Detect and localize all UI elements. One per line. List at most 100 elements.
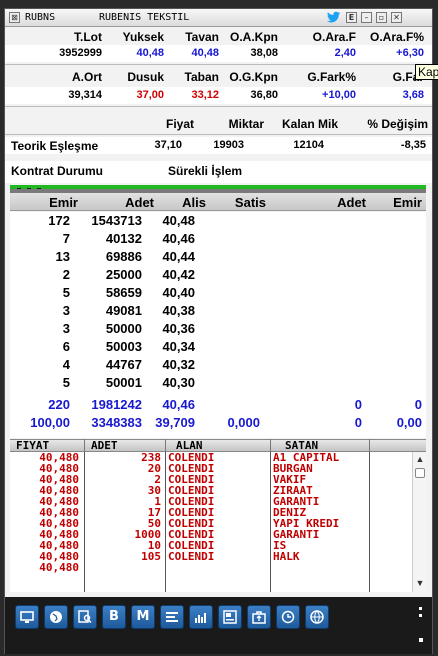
header-oaraf: O.Ara.F (312, 30, 356, 44)
teorik-kalan: 12104 (293, 139, 324, 151)
orderbook-body: 172 1543713 40,48 7 40132 40,46 13 69886 40,44… (10, 212, 426, 438)
ob-pct-adet: 3348383 (91, 415, 142, 430)
chart-search-icon[interactable] (73, 605, 97, 629)
ob-header-alis: Alis (182, 195, 206, 210)
ob-total-adet: 1981242 (91, 397, 142, 412)
header-miktar: Miktar (228, 117, 264, 131)
ob-total-emir-ask: 0 (414, 397, 422, 412)
ob-emir: 3 (62, 321, 70, 336)
window-menu-icon[interactable]: ⊠ (9, 12, 20, 23)
list-icon[interactable] (160, 605, 184, 629)
symbol-label: RUBNS (25, 12, 56, 23)
scroll-thumb[interactable] (415, 468, 425, 478)
news-icon[interactable] (218, 605, 242, 629)
browser-icon[interactable] (305, 605, 329, 629)
scroll-down-icon[interactable]: ▼ (415, 578, 425, 588)
orderbook-row[interactable]: 172 1543713 40,48 (10, 212, 426, 230)
restore-icon[interactable]: ▫ (376, 12, 387, 23)
ob-alis: 40,42 (162, 267, 195, 282)
ob-pct-emir: 100,00 (30, 415, 70, 430)
value-tlot: 3952999 (59, 47, 102, 59)
portfolio-icon[interactable] (247, 605, 271, 629)
ob-adet: 40132 (105, 231, 142, 246)
ob-emir: 5 (62, 375, 70, 390)
trade-row[interactable]: 40,480 (10, 562, 412, 573)
teorik-degisim: -8,35 (400, 139, 426, 151)
summary-header-row-1: T.Lot Yuksek Tavan O.A.Kpn O.Ara.F O.Ara… (5, 28, 432, 45)
ob-pct-satis: 0,000 (227, 415, 260, 430)
minimize-icon[interactable]: – (361, 12, 372, 23)
trades-body[interactable]: 40,480 238 COLENDI A1 CAPITAL 40,480 20 COLEN… (10, 452, 426, 592)
bar-chart-icon[interactable] (189, 605, 213, 629)
header-fiyat: Fiyat (165, 117, 194, 131)
ob-header-adet-bid: Adet (125, 195, 154, 210)
orderbook-header: Emir Adet Alis Satis Adet Emir (10, 193, 426, 211)
ob-pct-adet-ask: 0 (354, 415, 362, 430)
monitor-icon[interactable] (15, 605, 39, 629)
ob-adet: 50000 (105, 321, 142, 336)
ob-alis: 40,44 (162, 249, 195, 264)
ob-alis: 40,38 (162, 303, 195, 318)
ob-alis: 40,32 (162, 357, 195, 372)
value-yuksek: 40,48 (136, 47, 164, 59)
orderbook-row[interactable]: 7 40132 40,46 (10, 230, 426, 248)
ob-alis: 40,30 (162, 375, 195, 390)
teorik-row: Teorik Eşleşme 37,10 19903 12104 -8,35 (5, 137, 432, 154)
value-ogkpn: 36,80 (250, 89, 278, 101)
orderbook-row[interactable]: 5 58659 40,40 (10, 284, 426, 302)
orderbook-pct-row: 100,00 3348383 39,709 0,000 0 0,00 (10, 414, 426, 432)
ob-pct-emir-ask: 0,00 (396, 415, 422, 430)
ob-emir: 7 (62, 231, 70, 246)
value-gfark: 3,68 (402, 89, 424, 101)
title-bar[interactable]: ⊠ RUBNS RUBENIS TEKSTIL E – ▫ ✕ (5, 9, 432, 27)
orderbook-row[interactable]: 3 50000 40,36 (10, 320, 426, 338)
orderbook-row[interactable]: 3 49081 40,38 (10, 302, 426, 320)
teorik-fiyat: 37,10 (154, 139, 182, 151)
scroll-up-icon[interactable]: ▲ (415, 454, 425, 464)
e-icon[interactable]: E (346, 12, 357, 23)
header-gfark-pct: G.Fark% (307, 70, 356, 84)
teorik-label: Teorik Eşleşme (11, 139, 99, 153)
summary-header-row-2: A.Ort Dusuk Taban O.G.Kpn G.Fark% G.Far (5, 68, 432, 85)
trades-scrollbar[interactable]: ▲ ▼ (412, 452, 426, 592)
tr-header-fiyat: FIYAT (16, 439, 50, 452)
orderbook-row[interactable]: 4 44767 40,32 (10, 356, 426, 374)
summary-value-row-2: 39,314 37,00 33,12 36,80 +10,00 3,68 (5, 87, 432, 104)
ob-alis: 40,48 (162, 213, 195, 228)
b-button[interactable]: B (102, 605, 126, 629)
orderbook-row[interactable]: 13 69886 40,44 (10, 248, 426, 266)
ob-header-emir-ask: Emir (393, 195, 422, 210)
orderbook-row[interactable]: 6 50003 40,34 (10, 338, 426, 356)
value-dusuk: 37,00 (136, 89, 164, 101)
divider (5, 134, 432, 135)
tr-header-satan: SATAN (285, 439, 319, 452)
ob-emir: 13 (55, 249, 70, 264)
kontrat-value: Sürekli İşlem (168, 164, 243, 178)
tr-alan: COLENDI (168, 550, 215, 563)
ob-emir: 172 (48, 213, 70, 228)
twitter-icon[interactable] (327, 11, 341, 23)
value-aort: 39,314 (68, 89, 102, 101)
orderbook-total-row: 220 1981242 40,46 0 0 (10, 396, 426, 414)
clock-icon[interactable] (276, 605, 300, 629)
close-icon[interactable]: ✕ (391, 12, 402, 23)
ob-total-emir: 220 (48, 397, 70, 412)
header-oakpn: O.A.Kpn (230, 30, 278, 44)
m-button[interactable]: M (131, 605, 155, 629)
ob-total-alis: 40,46 (162, 397, 195, 412)
orderbook-row[interactable]: 2 25000 40,42 (10, 266, 426, 284)
ob-emir: 4 (62, 357, 70, 372)
header-aort: A.Ort (72, 70, 102, 84)
tr-fiyat: 40,480 (39, 561, 79, 574)
tr-adet: 105 (141, 550, 161, 563)
stock-window: ⊠ RUBNS RUBENIS TEKSTIL E – ▫ ✕ T.Lot Yu… (4, 8, 433, 654)
value-taban: 33,12 (191, 89, 219, 101)
trades-header: FIYAT ADET ALAN SATAN (10, 439, 426, 452)
header-taban: Taban (184, 70, 219, 84)
ob-adet: 44767 (105, 357, 142, 372)
globe-icon[interactable] (44, 605, 68, 629)
kontrat-label: Kontrat Durumu (11, 164, 103, 178)
value-oaraf: 2,40 (334, 47, 356, 59)
tr-satan: HALK (273, 550, 300, 563)
orderbook-row[interactable]: 5 50001 40,30 (10, 374, 426, 392)
